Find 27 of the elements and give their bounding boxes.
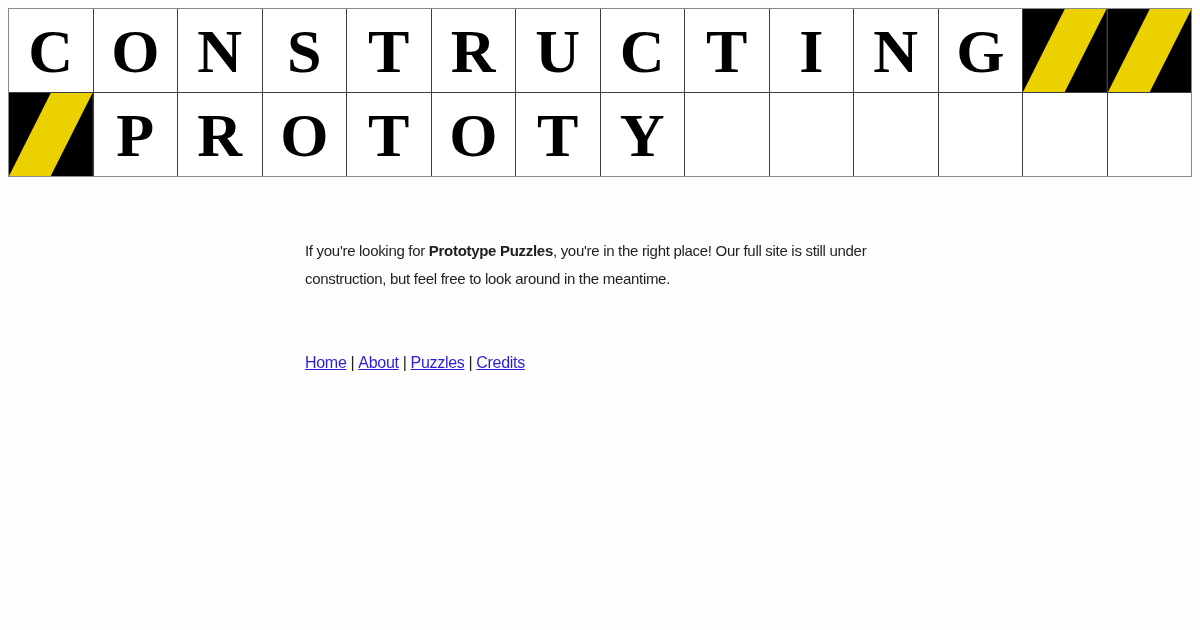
nav-separator: |	[350, 353, 355, 373]
letter-tile: O	[431, 93, 515, 176]
letter-tile: R	[431, 9, 515, 92]
letter-tile: T	[516, 93, 600, 176]
letter-tile: N	[178, 9, 262, 92]
letter-tile: G	[938, 9, 1022, 92]
nav-separator: |	[468, 353, 473, 373]
letter-tile: N	[854, 9, 938, 92]
letter-tile: O	[262, 93, 346, 176]
letter-tile: C	[9, 9, 93, 92]
nav-link[interactable]: Puzzles	[410, 349, 465, 377]
letter-tile: C	[600, 9, 684, 92]
nav-link[interactable]: Credits	[476, 349, 525, 377]
nav-separator: |	[402, 353, 407, 373]
letter-tile: U	[516, 9, 600, 92]
letter-tile: P	[93, 93, 177, 176]
nav-link[interactable]: About	[358, 349, 399, 377]
letter-tile: Y	[600, 93, 684, 176]
letter-tile: O	[93, 9, 177, 92]
letter-tile: R	[178, 93, 262, 176]
letter-tile: T	[347, 9, 431, 92]
intro-paragraph: If you're looking for Prototype Puzzles, you're in the right place! Our full site is still under construction, but feel free to look around in the meantime.	[305, 241, 868, 289]
letter-tile: T	[347, 93, 431, 176]
letter-tile: I	[769, 9, 853, 92]
letter-tile: T	[685, 9, 769, 92]
letter-tile: S	[262, 9, 346, 92]
nav-link[interactable]: Home	[305, 349, 347, 377]
